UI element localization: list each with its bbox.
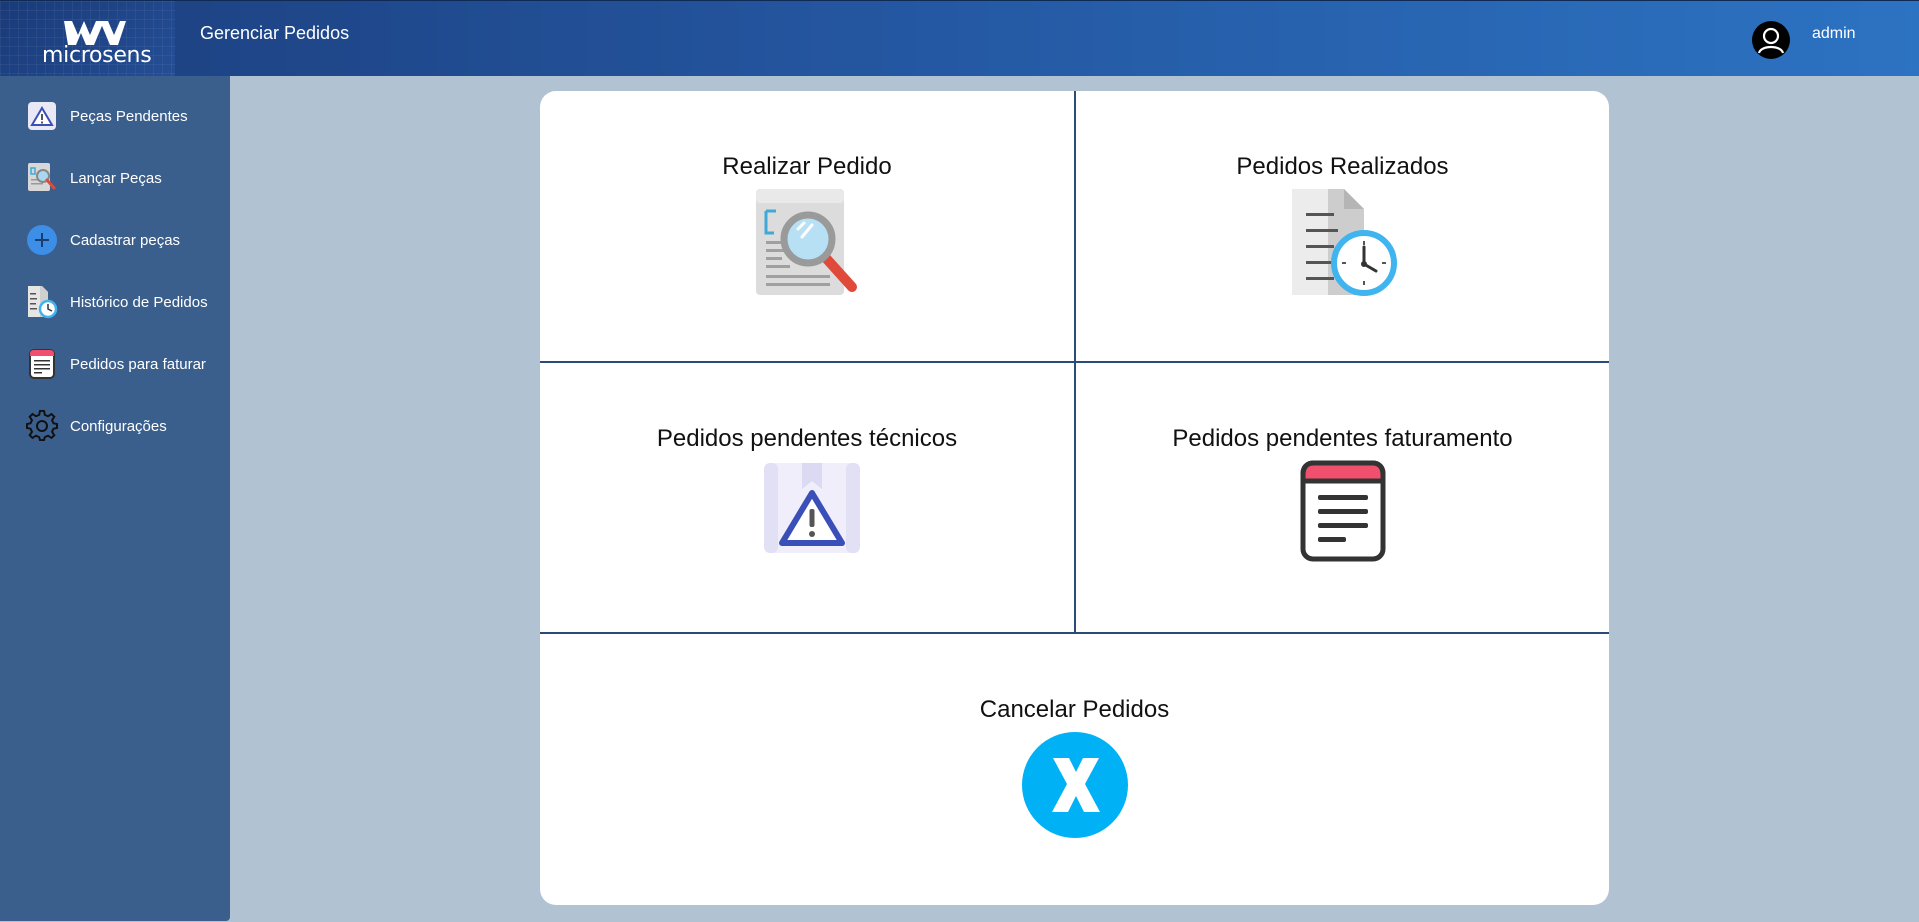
sidebar-item-label: Lançar Peças <box>70 169 162 187</box>
sidebar-item-label: Configurações <box>70 417 167 435</box>
sidebar: Peças Pendentes Lançar Peças Cadastrar p… <box>0 76 230 921</box>
invoice-icon <box>1300 460 1385 562</box>
sidebar-item-label: Peças Pendentes <box>70 107 188 125</box>
dashboard-card: Realizar Pedido Pedidos Realizados Pedid… <box>540 91 1609 905</box>
invoice-icon <box>24 346 60 382</box>
warning-icon <box>764 463 860 553</box>
user-avatar-icon[interactable] <box>1752 21 1790 59</box>
tile-title: Realizar Pedido <box>722 153 892 180</box>
username[interactable]: admin <box>1812 25 1856 43</box>
sidebar-item-pecas-pendentes[interactable]: Peças Pendentes <box>24 96 224 136</box>
sidebar-item-label: Histórico de Pedidos <box>70 293 208 311</box>
tile-pedidos-realizados[interactable]: Pedidos Realizados <box>1076 91 1609 361</box>
plus-circle-icon <box>24 222 60 258</box>
tile-pedidos-pendentes-faturamento[interactable]: Pedidos pendentes faturamento <box>1076 363 1609 632</box>
warning-icon <box>24 98 60 134</box>
sidebar-item-lancar-pecas[interactable]: Lançar Peças <box>24 158 224 198</box>
search-document-icon <box>756 189 857 295</box>
logo[interactable]: microsens <box>0 1 175 77</box>
tile-cancelar-pedidos[interactable]: Cancelar Pedidos <box>540 634 1609 905</box>
top-header: microsens Gerenciar Pedidos admin <box>0 0 1919 77</box>
sidebar-item-cadastrar-pecas[interactable]: Cadastrar peças <box>24 220 224 260</box>
tile-realizar-pedido[interactable]: Realizar Pedido <box>540 91 1074 361</box>
sidebar-item-configuracoes[interactable]: Configurações <box>24 406 224 446</box>
sidebar-item-label: Pedidos para faturar <box>70 355 206 373</box>
sidebar-item-pedidos-faturar[interactable]: Pedidos para faturar <box>24 344 224 384</box>
history-document-icon <box>24 284 60 320</box>
tile-title: Pedidos Realizados <box>1236 153 1449 180</box>
page-title: Gerenciar Pedidos <box>200 23 350 43</box>
sidebar-item-historico-pedidos[interactable]: Histórico de Pedidos <box>24 282 224 322</box>
logo-text: microsens <box>42 43 152 68</box>
tile-title: Pedidos pendentes faturamento <box>1172 425 1513 452</box>
tile-title: Pedidos pendentes técnicos <box>656 425 958 452</box>
gear-icon <box>24 408 60 444</box>
tile-title: Cancelar Pedidos <box>979 696 1170 723</box>
cancel-x-icon <box>1021 732 1128 838</box>
tile-pedidos-pendentes-tecnicos[interactable]: Pedidos pendentes técnicos <box>540 363 1074 632</box>
search-document-icon <box>24 160 60 196</box>
sidebar-item-label: Cadastrar peças <box>70 231 181 249</box>
history-document-icon <box>1291 189 1397 296</box>
